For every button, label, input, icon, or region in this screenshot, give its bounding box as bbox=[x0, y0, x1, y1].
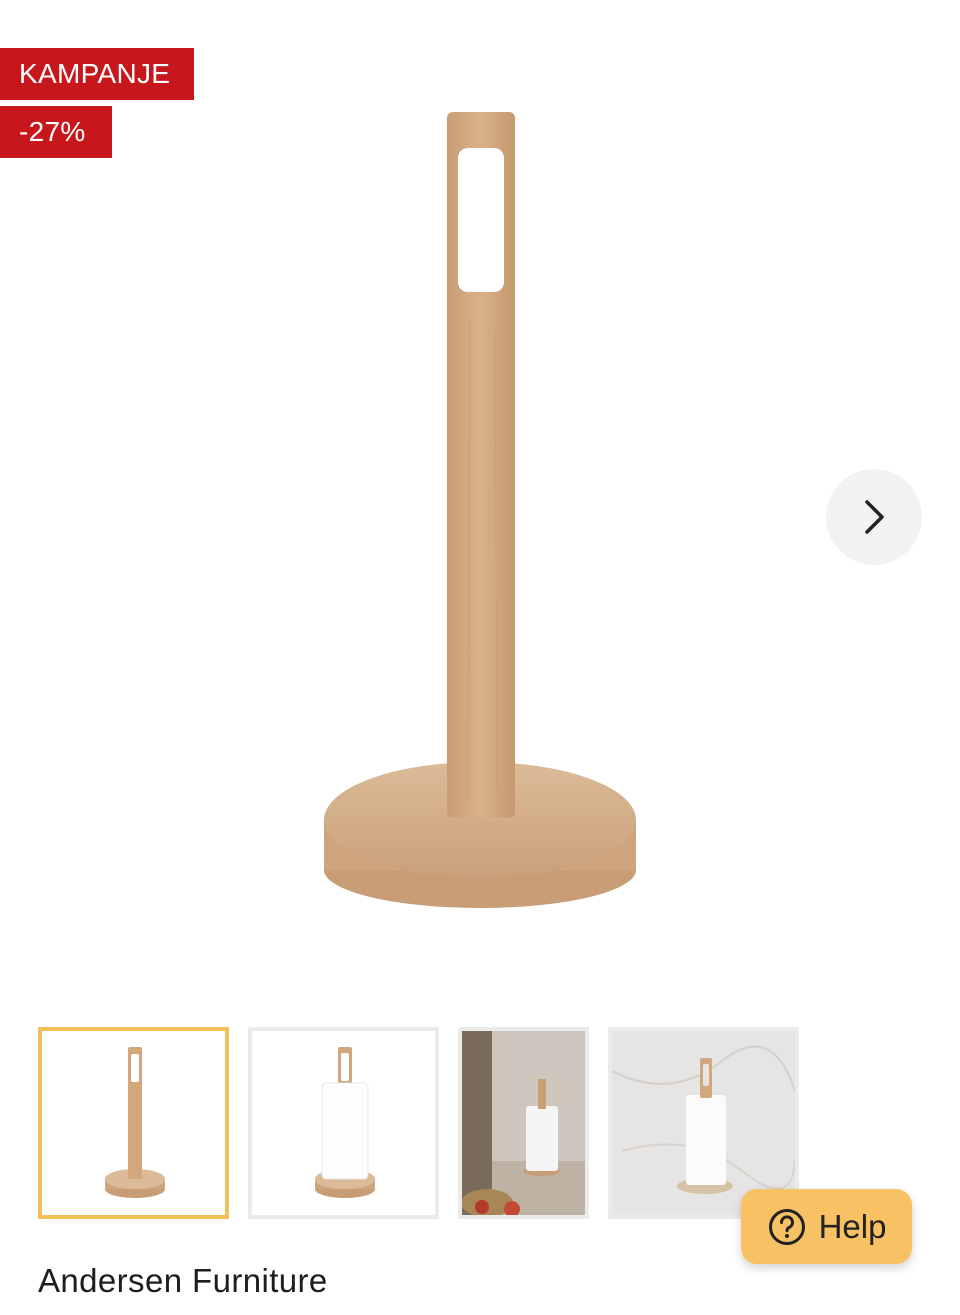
next-image-button[interactable] bbox=[826, 469, 922, 565]
thumbnail-2[interactable] bbox=[248, 1027, 439, 1219]
help-label: Help bbox=[818, 1207, 887, 1245]
product-brand[interactable]: Andersen Furniture bbox=[38, 1262, 328, 1300]
thumbnail-1[interactable] bbox=[38, 1027, 229, 1219]
discount-badge: -27% bbox=[0, 106, 112, 158]
chevron-right-icon bbox=[865, 500, 884, 534]
thumbnail-3[interactable] bbox=[458, 1027, 589, 1219]
help-button[interactable]: Help bbox=[741, 1189, 912, 1264]
question-circle-icon bbox=[768, 1208, 805, 1245]
campaign-badge: KAMPANJE bbox=[0, 48, 194, 100]
product-main-image[interactable] bbox=[0, 0, 960, 1000]
